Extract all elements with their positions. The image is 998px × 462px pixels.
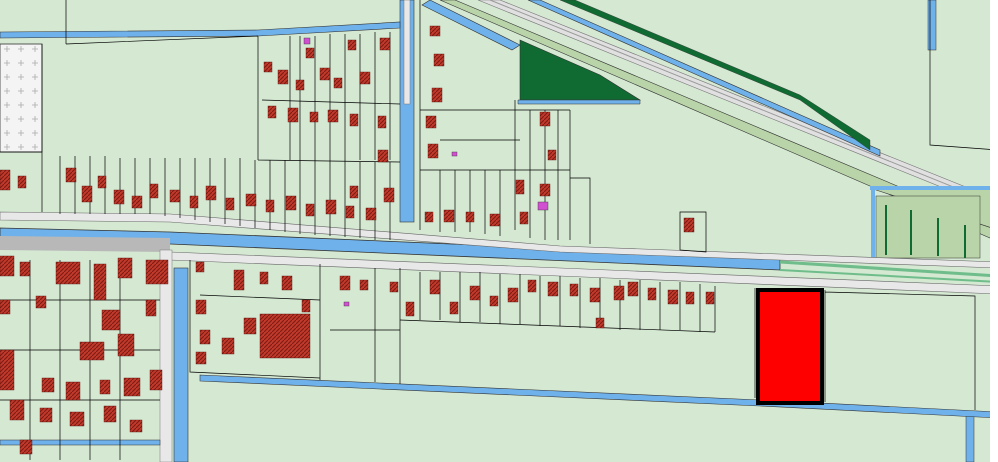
map-canvas[interactable] [0,0,998,462]
highlighted-parcel[interactable] [756,288,824,405]
grid-area [0,43,43,153]
right-edge-water [990,0,998,462]
cadastral-map [0,0,998,462]
